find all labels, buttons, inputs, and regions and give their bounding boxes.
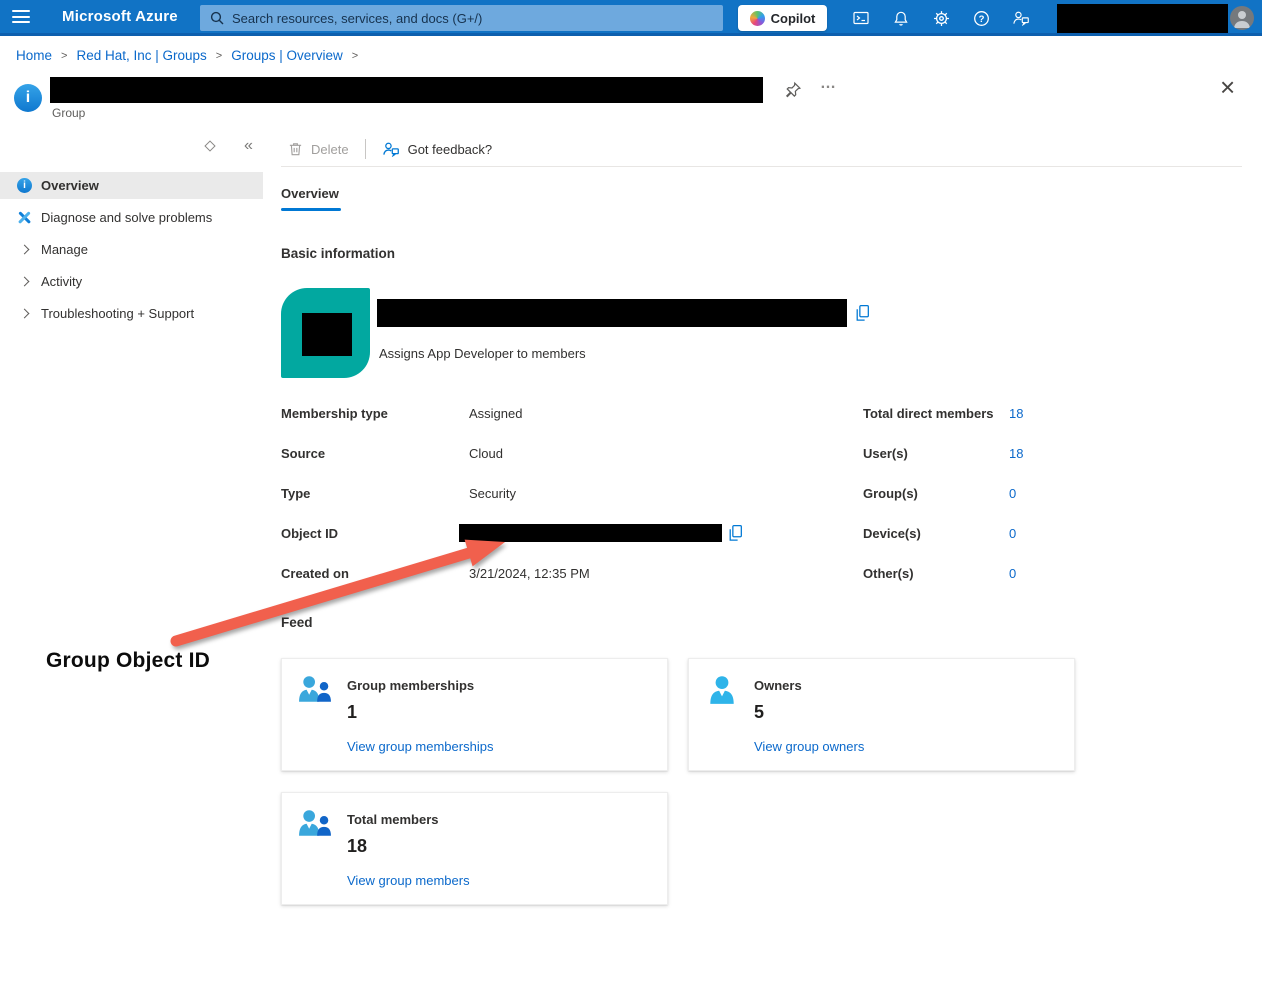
card-title: Total members	[347, 812, 439, 827]
copy-name-icon[interactable]	[854, 304, 871, 325]
others-count-link[interactable]: 0	[1009, 566, 1016, 586]
property-row: Type Security	[281, 486, 516, 506]
basic-information-heading: Basic information	[281, 246, 395, 261]
azure-brand: Microsoft Azure	[62, 8, 178, 25]
menu-collapse-icon[interactable]: «	[238, 136, 259, 156]
copilot-button[interactable]: Copilot	[738, 5, 827, 31]
sidebar-item-label: Manage	[41, 242, 88, 257]
stat-row: Total direct members 18	[863, 406, 1023, 426]
more-options-icon[interactable]: …	[814, 74, 843, 94]
sidebar-item-label: Troubleshooting + Support	[41, 306, 194, 321]
stat-row: Other(s) 0	[863, 566, 1016, 586]
chevron-right-icon	[17, 242, 32, 257]
trash-icon	[288, 141, 303, 157]
sidebar-item-manage[interactable]: Manage	[0, 236, 263, 263]
chevron-right-icon	[17, 306, 32, 321]
copilot-icon	[750, 11, 765, 26]
page-subtitle: Group	[52, 106, 85, 120]
sidebar-item-label: Activity	[41, 274, 82, 289]
search-icon	[210, 11, 224, 25]
feedback-person-icon	[382, 141, 400, 157]
search-input[interactable]: Search resources, services, and docs (G+…	[200, 5, 723, 31]
breadcrumb: Home > Red Hat, Inc | Groups > Groups | …	[16, 48, 358, 63]
notifications-icon[interactable]	[889, 6, 913, 30]
property-row: Source Cloud	[281, 446, 503, 466]
stat-row: User(s) 18	[863, 446, 1023, 466]
group-info-icon: i	[14, 84, 42, 112]
account-name-redaction	[1057, 4, 1228, 33]
sidebar-item-activity[interactable]: Activity	[0, 268, 263, 295]
person-icon	[705, 674, 739, 711]
group-display-name-redaction	[377, 299, 847, 327]
svg-text:?: ?	[978, 14, 984, 25]
diagnose-tools-icon	[17, 210, 32, 225]
toolbar-divider-line	[281, 166, 1242, 167]
toolbar-divider	[365, 139, 366, 159]
info-icon: i	[17, 178, 32, 193]
feed-heading: Feed	[281, 615, 313, 630]
people-pair-icon	[298, 808, 332, 845]
breadcrumb-separator: >	[216, 50, 222, 62]
stat-row: Device(s) 0	[863, 526, 1016, 546]
sidebar-item-label: Overview	[41, 178, 99, 193]
cloud-shell-icon[interactable]	[849, 6, 873, 30]
view-group-owners-link[interactable]: View group owners	[754, 739, 864, 754]
card-group-memberships: Group memberships 1 View group membershi…	[281, 658, 668, 771]
property-row: Created on 3/21/2024, 12:35 PM	[281, 566, 590, 586]
sidebar-item-diagnose[interactable]: Diagnose and solve problems	[0, 204, 263, 231]
card-title: Group memberships	[347, 678, 474, 693]
copy-object-id-icon[interactable]	[727, 524, 744, 545]
breadcrumb-separator: >	[61, 50, 67, 62]
group-name-redaction	[50, 77, 763, 103]
property-row-object-id: Object ID	[281, 526, 469, 546]
breadcrumb-separator: >	[352, 50, 358, 62]
sidebar-item-label: Diagnose and solve problems	[41, 210, 212, 225]
top-bar: Microsoft Azure Search resources, servic…	[0, 0, 1262, 36]
breadcrumb-home[interactable]: Home	[16, 48, 52, 63]
annotation-group-object-id: Group Object ID	[46, 649, 210, 673]
close-icon[interactable]: ×	[1214, 73, 1241, 101]
delete-button[interactable]: Delete	[288, 141, 349, 157]
menu-resize-icon[interactable]	[204, 140, 215, 151]
card-value: 5	[754, 702, 764, 723]
hamburger-menu-icon[interactable]	[12, 10, 30, 23]
group-avatar-redaction	[302, 313, 352, 356]
sidebar-item-overview[interactable]: i Overview	[0, 172, 263, 199]
breadcrumb-tenant-groups[interactable]: Red Hat, Inc | Groups	[76, 48, 206, 63]
sidebar-item-troubleshooting[interactable]: Troubleshooting + Support	[0, 300, 263, 327]
groups-count-link[interactable]: 0	[1009, 486, 1016, 506]
tab-active-underline	[281, 208, 341, 211]
group-avatar	[281, 288, 370, 378]
card-title: Owners	[754, 678, 802, 693]
users-count-link[interactable]: 18	[1009, 446, 1023, 466]
chevron-right-icon	[17, 274, 32, 289]
help-icon[interactable]: ?	[969, 6, 993, 30]
view-group-memberships-link[interactable]: View group memberships	[347, 739, 493, 754]
card-total-members: Total members 18 View group members	[281, 792, 668, 905]
group-description: Assigns App Developer to members	[379, 346, 586, 361]
command-bar: Delete Got feedback?	[288, 138, 492, 160]
property-row: Membership type Assigned	[281, 406, 522, 426]
card-owners: Owners 5 View group owners	[688, 658, 1075, 771]
tab-overview[interactable]: Overview	[281, 186, 339, 201]
account-avatar[interactable]	[1230, 6, 1254, 30]
settings-gear-icon[interactable]	[929, 6, 953, 30]
people-pair-icon	[298, 674, 332, 711]
card-value: 18	[347, 836, 367, 857]
breadcrumb-groups-overview[interactable]: Groups | Overview	[231, 48, 343, 63]
view-group-members-link[interactable]: View group members	[347, 873, 470, 888]
devices-count-link[interactable]: 0	[1009, 526, 1016, 546]
azure-portal-window: Microsoft Azure Search resources, servic…	[0, 0, 1262, 1007]
feedback-icon[interactable]	[1009, 6, 1033, 30]
search-placeholder: Search resources, services, and docs (G+…	[232, 11, 482, 26]
object-id-redaction	[459, 524, 722, 542]
total-direct-members-link[interactable]: 18	[1009, 406, 1023, 426]
pin-icon[interactable]	[784, 81, 802, 102]
stat-row: Group(s) 0	[863, 486, 1016, 506]
got-feedback-button[interactable]: Got feedback?	[382, 141, 493, 157]
card-value: 1	[347, 702, 357, 723]
